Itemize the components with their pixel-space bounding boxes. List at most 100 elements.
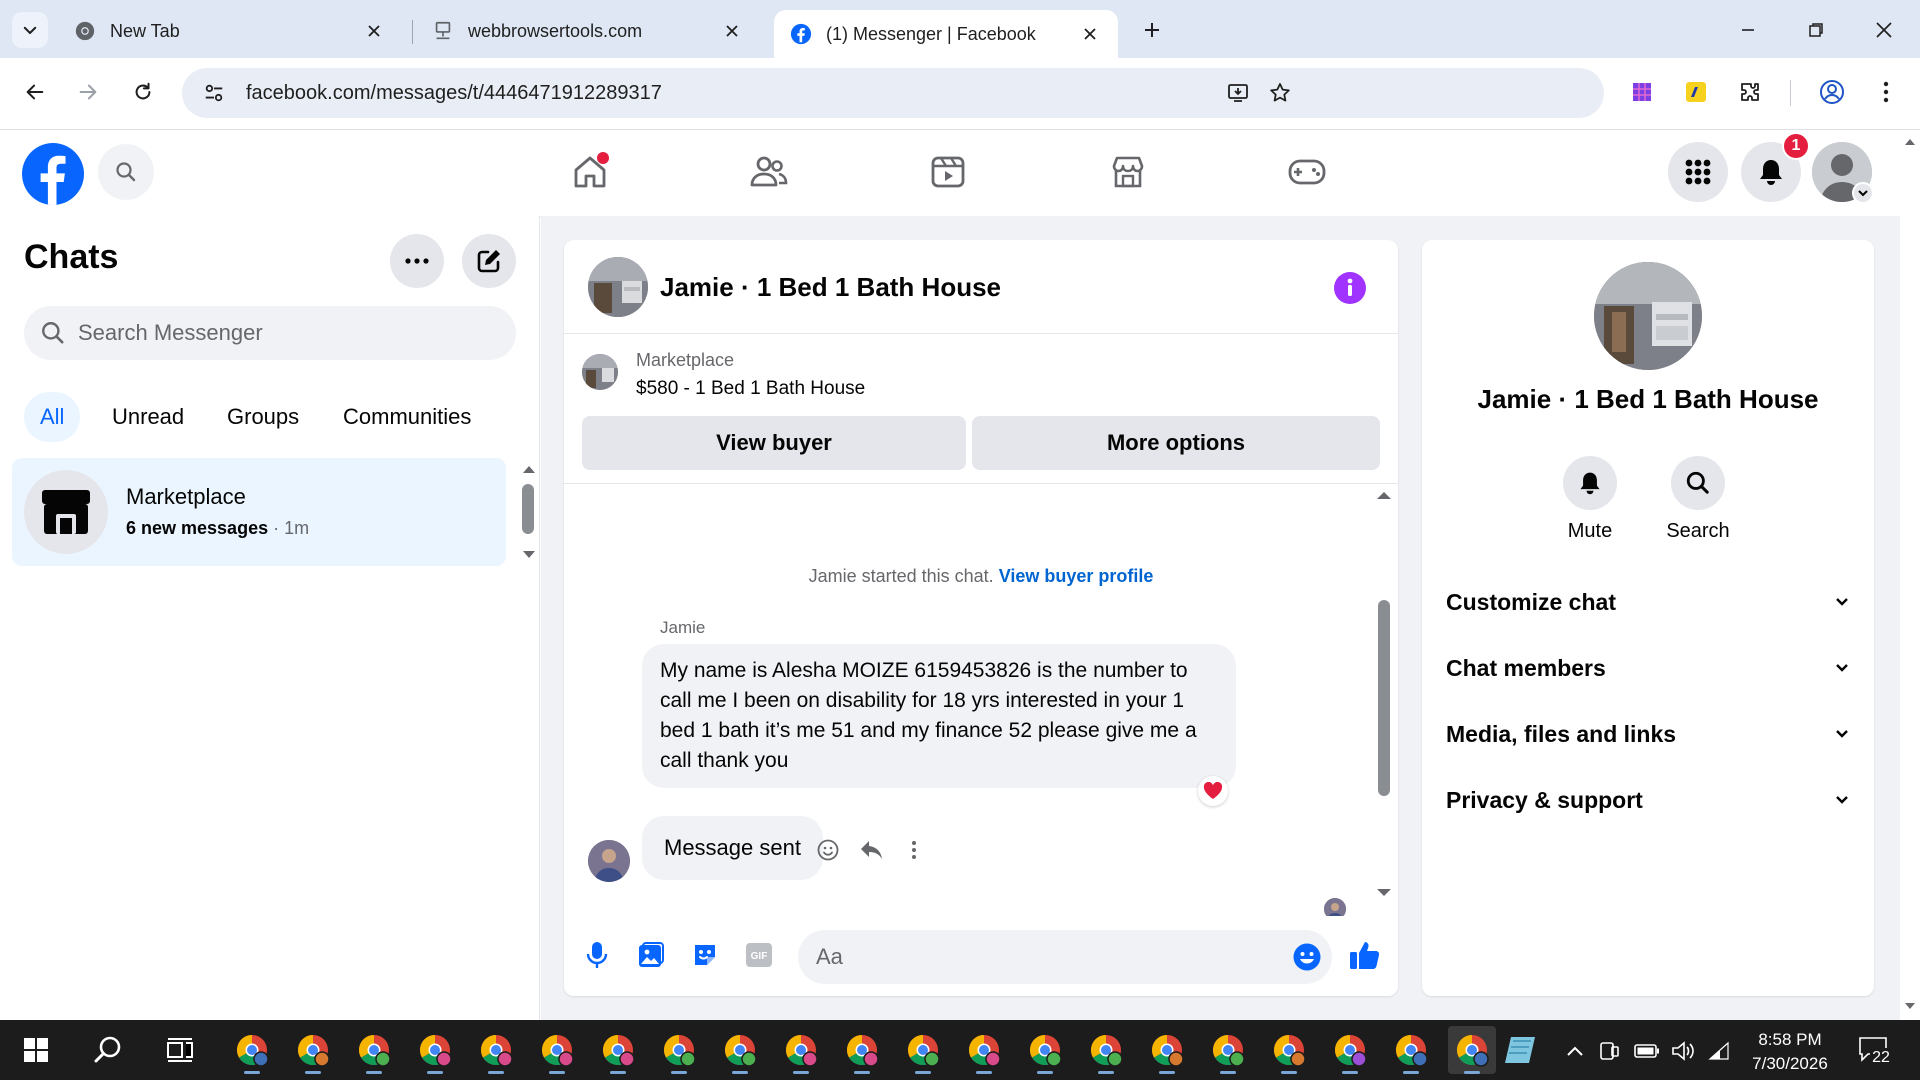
message-reaction[interactable] [1198,776,1228,806]
message-more-button[interactable] [898,834,930,866]
taskbar-chrome-window[interactable] [1448,1026,1496,1074]
filter-all[interactable]: All [24,392,81,442]
scroll-down-arrow-icon[interactable] [522,550,536,560]
filter-unread[interactable]: Unread [96,392,200,442]
wifi-icon[interactable] [1706,1038,1732,1064]
taskbar-chrome-window[interactable] [777,1026,825,1074]
message-input[interactable] [816,944,1292,970]
nav-marketplace[interactable] [1073,142,1183,202]
taskbar-chrome-window[interactable] [838,1026,886,1074]
notification-center-button[interactable]: 22 [1858,1036,1894,1068]
incoming-message-bubble[interactable]: My name is Alesha MOIZE 6159453826 is th… [642,644,1236,788]
reload-button[interactable] [123,72,163,112]
taskbar-chrome-window[interactable] [533,1026,581,1074]
nav-friends[interactable] [714,142,824,202]
taskbar-chrome-window[interactable] [289,1026,337,1074]
extension-2-button[interactable] [1678,74,1714,110]
section-chat-members[interactable]: Chat members [1446,644,1850,692]
minimize-button[interactable] [1728,12,1768,48]
conversation-avatar[interactable] [588,257,648,317]
close-window-button[interactable] [1864,12,1904,48]
close-icon[interactable] [362,19,386,43]
view-buyer-button[interactable]: View buyer [582,416,966,470]
search-in-conversation-button[interactable] [1671,456,1725,510]
chat-item-marketplace[interactable]: Marketplace 6 new messages · 1m [12,458,506,566]
taskbar-chrome-window[interactable] [1082,1026,1130,1074]
taskbar-chrome-window[interactable] [1204,1026,1252,1074]
volume-icon[interactable] [1670,1038,1696,1064]
new-message-button[interactable] [462,234,516,288]
tab-webbrowsertools[interactable]: webbrowsertools.com [416,10,760,52]
restore-button[interactable] [1796,12,1836,48]
conversation-info-button[interactable] [1334,272,1366,304]
taskbar-search-button[interactable] [86,1028,130,1072]
extensions-button[interactable] [1732,74,1768,110]
more-options-button[interactable]: More options [972,416,1380,470]
send-like-button[interactable] [1346,936,1384,974]
listing-thumbnail[interactable] [582,354,618,390]
nav-video[interactable] [893,142,1003,202]
page-scrollbar[interactable] [1900,130,1920,1020]
section-media-files-links[interactable]: Media, files and links [1446,710,1850,758]
scroll-down-arrow-icon[interactable] [1904,1002,1916,1010]
attach-photo-button[interactable] [634,938,668,972]
taskbar-chrome-window[interactable] [899,1026,947,1074]
close-icon[interactable] [720,19,744,43]
taskbar-chrome-window[interactable] [350,1026,398,1074]
react-button[interactable] [812,834,844,866]
taskbar-chrome-window[interactable] [228,1026,276,1074]
close-icon[interactable] [1078,22,1102,46]
reply-button[interactable] [856,834,888,866]
section-privacy-support[interactable]: Privacy & support [1446,776,1850,824]
start-button[interactable] [14,1028,58,1072]
tab-search-button[interactable] [12,12,48,48]
facebook-search-button[interactable] [98,144,154,200]
taskbar-chrome-window[interactable] [1021,1026,1069,1074]
taskbar-chrome-window[interactable] [594,1026,642,1074]
browser-menu-button[interactable] [1868,74,1904,110]
scroll-down-arrow-icon[interactable] [1376,888,1392,898]
taskbar-chrome-window[interactable] [472,1026,520,1074]
taskbar-chrome-window[interactable] [716,1026,764,1074]
url-text[interactable]: facebook.com/messages/t/4446471912289317 [246,82,1604,105]
messenger-search[interactable] [24,306,516,360]
profile-button[interactable] [1814,74,1850,110]
new-tab-button[interactable] [1136,14,1168,46]
outgoing-message-bubble[interactable]: Message sent [642,816,823,880]
address-bar[interactable]: facebook.com/messages/t/4446471912289317 [182,68,1604,118]
back-button[interactable] [15,72,55,112]
facebook-logo[interactable] [22,143,84,205]
tab-messenger[interactable]: (1) Messenger | Facebook [774,10,1118,58]
filter-groups[interactable]: Groups [211,392,315,442]
taskbar-notes-app[interactable] [1496,1026,1544,1074]
search-action[interactable]: Search [1648,456,1748,543]
info-panel-avatar[interactable] [1594,262,1702,370]
taskbar-chrome-window[interactable] [1387,1026,1435,1074]
mute-button[interactable] [1563,456,1617,510]
taskbar-chrome-window[interactable] [1143,1026,1191,1074]
extension-1-button[interactable] [1624,74,1660,110]
listing-title[interactable]: $580 - 1 Bed 1 Bath House [636,378,865,400]
taskbar-chrome-window[interactable] [655,1026,703,1074]
nav-home[interactable] [535,142,645,202]
mute-action[interactable]: Mute [1540,456,1640,543]
chats-options-button[interactable] [390,234,444,288]
chat-list-scrollbar[interactable] [522,484,534,534]
taskbar-chrome-window[interactable] [1326,1026,1374,1074]
taskbar-chrome-window[interactable] [411,1026,459,1074]
scroll-up-arrow-icon[interactable] [1904,138,1916,146]
install-app-button[interactable] [1220,75,1256,111]
taskbar-clock[interactable]: 8:58 PM 7/30/2026 [1730,1028,1850,1076]
sticker-button[interactable] [688,938,722,972]
voice-clip-button[interactable] [580,938,614,972]
messenger-search-input[interactable] [78,320,516,346]
taskbar-chrome-window[interactable] [960,1026,1008,1074]
view-buyer-profile-link[interactable]: View buyer profile [999,566,1154,586]
nav-gaming[interactable] [1252,142,1362,202]
account-menu-caret[interactable] [1852,182,1874,204]
scroll-up-arrow-icon[interactable] [522,464,536,474]
menu-button[interactable] [1668,142,1728,202]
forward-button[interactable] [68,72,108,112]
show-hidden-icons-button[interactable] [1562,1038,1588,1064]
battery-icon[interactable] [1634,1038,1660,1064]
